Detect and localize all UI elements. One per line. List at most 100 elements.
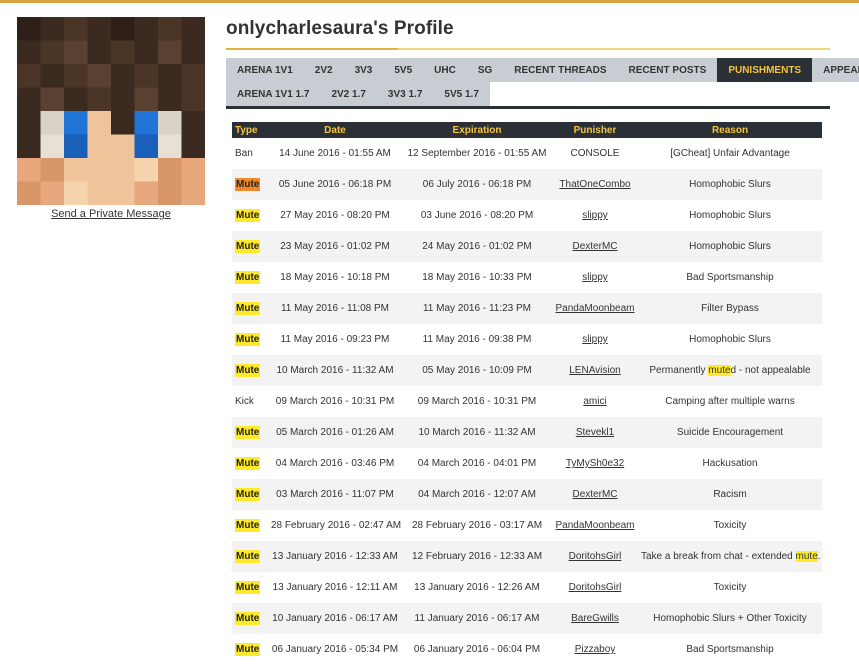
- cell-date: 10 January 2016 - 06:17 AM: [268, 603, 402, 634]
- cell-type: Mute: [232, 169, 268, 200]
- punishment-type-label: Mute: [235, 457, 261, 470]
- tab-2v2[interactable]: 2V2: [303, 58, 344, 82]
- cell-date: 05 March 2016 - 01:26 AM: [268, 417, 402, 448]
- table-header-row: Type Date Expiration Punisher Reason: [232, 122, 822, 138]
- cell-expiration: 06 July 2016 - 06:18 PM: [402, 169, 552, 200]
- cell-expiration: 13 January 2016 - 12:26 AM: [402, 572, 552, 603]
- cell-reason-text: Suicide Encouragement: [676, 427, 784, 438]
- cell-punisher: Stevekl1: [552, 417, 638, 448]
- tab-2v2-1-7[interactable]: 2V2 1.7: [320, 82, 377, 106]
- tab-3v3-1-7[interactable]: 3V3 1.7: [376, 82, 434, 106]
- cell-punisher-text[interactable]: TyMySh0e32: [566, 458, 624, 469]
- table-row: Mute 06 January 2016 - 05:34 PM 06 January…: [232, 634, 822, 665]
- cell-punisher-text[interactable]: PandaMoonbeam: [556, 520, 635, 531]
- table-row: Mute 10 March 2016 - 11:32 AM 05 May 2016 …: [232, 355, 822, 386]
- punishment-type-label: Mute: [235, 333, 261, 346]
- tab-uhc[interactable]: UHC: [423, 58, 467, 82]
- cell-expiration: 12 September 2016 - 01:55 AM: [402, 138, 552, 169]
- cell-punisher-text[interactable]: DexterMC: [572, 489, 617, 500]
- cell-expiration: 12 February 2016 - 12:33 AM: [402, 541, 552, 572]
- cell-type: Mute: [232, 634, 268, 665]
- cell-punisher: DexterMC: [552, 231, 638, 262]
- cell-expiration-text: 18 May 2016 - 10:33 PM: [422, 272, 532, 283]
- cell-punisher-text[interactable]: PandaMoonbeam: [556, 303, 635, 314]
- cell-punisher-text[interactable]: DoritohsGirl: [569, 582, 622, 593]
- tab-arena-1v1-1-7[interactable]: ARENA 1V1 1.7: [226, 82, 321, 106]
- cell-punisher-text[interactable]: slippy: [582, 272, 608, 283]
- cell-reason-text: Hackusation: [702, 458, 758, 469]
- column-header-expiration: Expiration: [402, 122, 552, 138]
- cell-punisher-text[interactable]: Pizzaboy: [575, 644, 616, 655]
- table-row: Mute 10 January 2016 - 06:17 AM 11 January…: [232, 603, 822, 634]
- tab-3v3[interactable]: 3V3: [343, 58, 384, 82]
- cell-date-text: 03 March 2016 - 11:07 PM: [276, 489, 394, 500]
- cell-reason-text: Homophobic Slurs: [689, 179, 771, 190]
- cell-reason-text: Filter Bypass: [701, 303, 759, 314]
- cell-reason: Toxicity: [638, 510, 822, 541]
- cell-type: Mute: [232, 417, 268, 448]
- cell-expiration: 28 February 2016 - 03:17 AM: [402, 510, 552, 541]
- cell-reason: Homophobic Slurs: [638, 200, 822, 231]
- cell-reason-text: Racism: [713, 489, 747, 500]
- cell-reason-text: Toxicity: [713, 520, 747, 531]
- tab-sg[interactable]: SG: [466, 58, 504, 82]
- table-row: Mute 23 May 2016 - 01:02 PM 24 May 2016 - …: [232, 231, 822, 262]
- cell-type: Kick: [232, 386, 268, 417]
- cell-punisher-text[interactable]: slippy: [582, 334, 608, 345]
- cell-expiration: 06 January 2016 - 06:04 PM: [402, 634, 552, 665]
- punishment-type-label: Mute: [235, 643, 261, 656]
- cell-punisher-text[interactable]: DexterMC: [572, 241, 617, 252]
- send-private-message-link[interactable]: Send a Private Message: [17, 208, 205, 220]
- cell-reason-text: Take a break from chat - extended mute.: [641, 551, 821, 562]
- cell-type: Mute: [232, 603, 268, 634]
- cell-punisher-text[interactable]: LENAvision: [569, 365, 621, 376]
- tab-arena-1v1[interactable]: ARENA 1V1: [226, 58, 304, 82]
- cell-reason-text: Camping after multiple warns: [665, 396, 795, 407]
- cell-punisher-text[interactable]: ThatOneCombo: [559, 179, 630, 190]
- cell-punisher-text[interactable]: slippy: [582, 210, 608, 221]
- cell-date-text: 09 March 2016 - 10:31 PM: [275, 396, 395, 407]
- table-row: Kick 09 March 2016 - 10:31 PM 09 March 201…: [232, 386, 822, 417]
- cell-punisher-text[interactable]: DoritohsGirl: [569, 551, 622, 562]
- cell-date: 06 January 2016 - 05:34 PM: [268, 634, 402, 665]
- cell-punisher-text[interactable]: BareGwills: [571, 613, 619, 624]
- punishments-table-wrap: Type Date Expiration Punisher Reason Ban…: [232, 122, 822, 665]
- table-row: Ban 14 June 2016 - 01:55 AM 12 September 2…: [232, 138, 822, 169]
- tab-appeals[interactable]: APPEALS: [812, 58, 859, 82]
- cell-date-text: 13 January 2016 - 12:11 AM: [272, 582, 398, 593]
- tab-punishments[interactable]: PUNISHMENTS: [717, 58, 813, 82]
- cell-reason: Homophobic Slurs: [638, 231, 822, 262]
- cell-punisher: slippy: [552, 324, 638, 355]
- cell-expiration-text: 06 January 2016 - 06:04 PM: [413, 644, 541, 655]
- player-skin-avatar: [17, 17, 205, 205]
- top-accent-rule: [0, 0, 859, 3]
- cell-date-text: 05 June 2016 - 06:18 PM: [278, 179, 392, 190]
- title-divider-accent: [226, 48, 398, 50]
- cell-punisher-text[interactable]: amici: [583, 396, 606, 407]
- cell-date-text: 05 March 2016 - 01:26 AM: [276, 427, 394, 438]
- cell-reason-text: Bad Sportsmanship: [686, 644, 774, 655]
- cell-date: 04 March 2016 - 03:46 PM: [268, 448, 402, 479]
- tab-recent-threads[interactable]: RECENT THREADS: [503, 58, 618, 82]
- cell-punisher: PandaMoonbeam: [552, 293, 638, 324]
- cell-date-text: 11 May 2016 - 11:08 PM: [280, 303, 390, 314]
- cell-reason: Filter Bypass: [638, 293, 822, 324]
- column-header-type: Type: [232, 122, 268, 138]
- cell-reason: Homophobic Slurs: [638, 169, 822, 200]
- cell-punisher: Pizzaboy: [552, 634, 638, 665]
- cell-reason: Homophobic Slurs + Other Toxicity: [638, 603, 822, 634]
- cell-expiration: 24 May 2016 - 01:02 PM: [402, 231, 552, 262]
- table-row: Mute 28 February 2016 - 02:47 AM 28 Februa…: [232, 510, 822, 541]
- cell-type: Mute: [232, 231, 268, 262]
- cell-reason: Camping after multiple warns: [638, 386, 822, 417]
- cell-date: 27 May 2016 - 08:20 PM: [268, 200, 402, 231]
- tab-5v5-1-7[interactable]: 5V5 1.7: [433, 82, 490, 106]
- cell-punisher: DoritohsGirl: [552, 541, 638, 572]
- tab-5v5[interactable]: 5V5: [383, 58, 424, 82]
- cell-expiration: 04 March 2016 - 04:01 PM: [402, 448, 552, 479]
- tab-recent-posts[interactable]: RECENT POSTS: [617, 58, 718, 82]
- cell-punisher-text[interactable]: Stevekl1: [576, 427, 614, 438]
- cell-punisher: DexterMC: [552, 479, 638, 510]
- punishment-type-label: Mute: [235, 488, 261, 501]
- cell-reason: Toxicity: [638, 572, 822, 603]
